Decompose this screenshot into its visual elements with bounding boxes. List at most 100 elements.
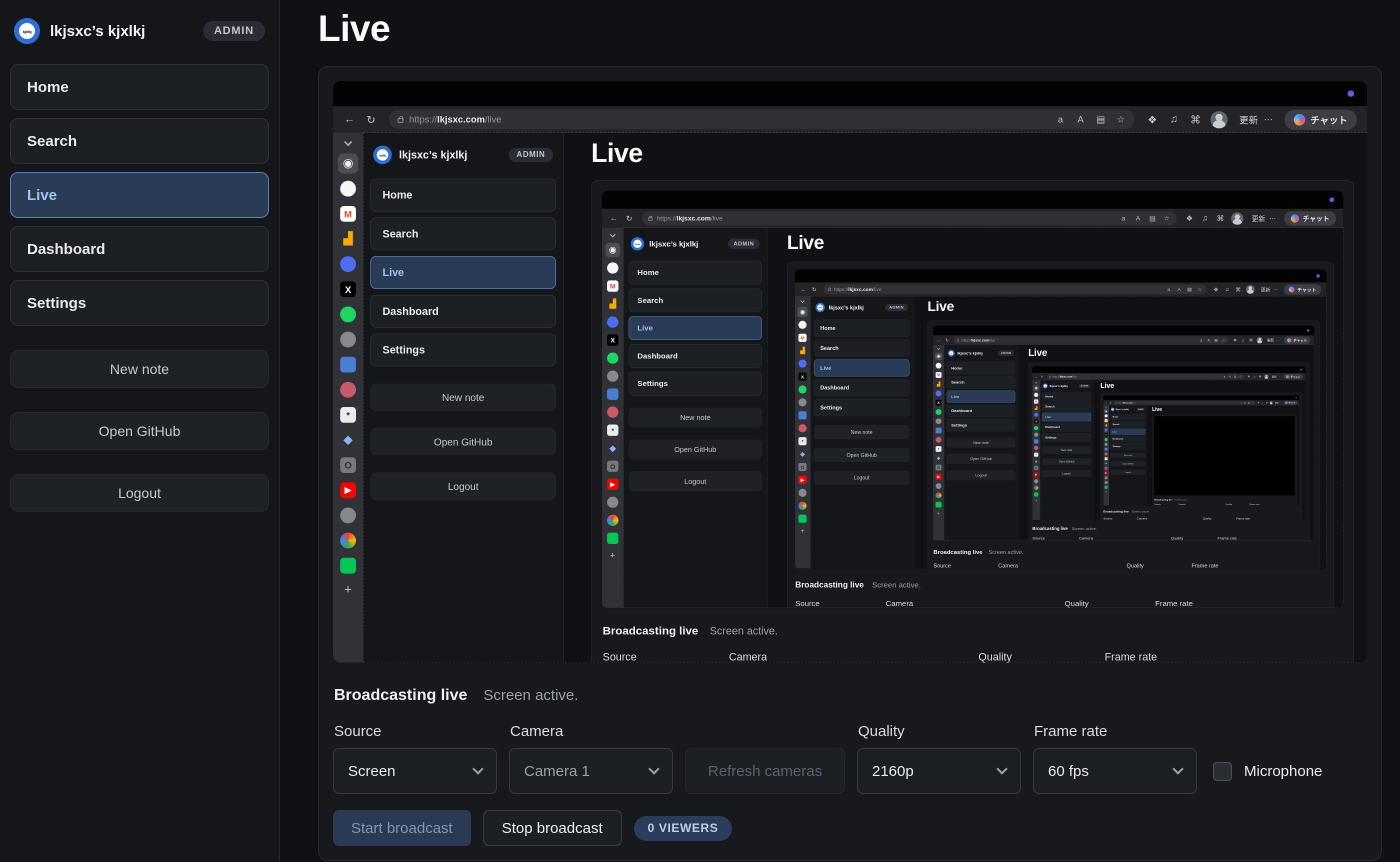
- open-github-button[interactable]: Open GitHub: [10, 412, 269, 450]
- tab-indicator-dot: [1307, 329, 1309, 331]
- source-select[interactable]: Screen: [333, 748, 497, 794]
- browser-tab-strip: [1032, 366, 1305, 373]
- page-url: https://lkjsxc.com/live: [657, 214, 723, 222]
- sidebar-item-dashboard[interactable]: Dashboard: [10, 226, 269, 272]
- sidebar-item-dashboard: Dashboard: [629, 344, 762, 368]
- camera-select[interactable]: Camera 1: [509, 748, 673, 794]
- github-favicon: [1033, 392, 1038, 397]
- app-logo-icon: kjxlkj: [373, 146, 392, 165]
- chrome-colorful-favicon: [935, 492, 942, 499]
- main-content: Live ← ↻ https://lkjsxc.com/live a A ▤ ☆…: [1093, 380, 1305, 520]
- white-flower-favicon: *: [935, 445, 942, 452]
- chrome-colorful-favicon: [1033, 485, 1038, 490]
- translate-icon: a: [1120, 214, 1127, 222]
- broadcast-controls: Source Screen Camera Camera 1: [1103, 517, 1299, 520]
- start-broadcast-button[interactable]: Start broadcast: [333, 810, 471, 846]
- sidebar: kjxlkj lkjsxc’s kjxlkj ADMIN Home Search…: [624, 228, 768, 608]
- page-title: Live: [591, 138, 1354, 168]
- broadcast-controls: Source Screen Camera Camera 1: [1032, 536, 1305, 540]
- browser-toolbar: ← ↻ https://lkjsxc.com/live a A ▤ ☆ ❖ ♫ …: [1032, 373, 1305, 380]
- browser-toolbar: ← ↻ https://lkjsxc.com/live a A ▤ ☆ ❖ ♫ …: [333, 106, 1367, 133]
- admin-badge: ADMIN: [1137, 408, 1145, 411]
- broadcast-status-detail: Screen active.: [872, 581, 921, 590]
- broadcast-status-detail: Screen active.: [710, 625, 778, 637]
- app-logo-icon: kjxlkj: [631, 237, 644, 250]
- broadcast-controls: Source Screen Camera Camera 1: [333, 723, 1367, 794]
- read-aloud-icon: A: [1076, 114, 1086, 125]
- blue-docs-favicon: [338, 355, 358, 375]
- tab-indicator-dot: [1296, 397, 1297, 398]
- page-url: https://lkjsxc.com/live: [961, 338, 995, 342]
- github-favicon: [935, 362, 942, 369]
- broadcast-status-row: Broadcasting live Screen active.: [334, 687, 1366, 705]
- source-field: Source Screen: [1103, 517, 1134, 520]
- sidebar-item-search[interactable]: Search: [10, 118, 269, 164]
- logout-button[interactable]: Logout: [10, 474, 269, 512]
- captured-page-viewport: kjxlkj lkjsxc’s kjxlkj ADMIN Home Search…: [810, 296, 1326, 568]
- sidebar-item-live[interactable]: Live: [10, 172, 269, 218]
- white-flower-favicon: *: [338, 405, 358, 425]
- address-bar: https://lkjsxc.com/live a A ▤ ☆: [389, 110, 1134, 129]
- sidebar-header: kjxlkj lkjsxc’s kjxlkj ADMIN: [629, 233, 762, 261]
- camera-label: Camera: [998, 563, 1058, 569]
- framerate-field: Frame rate 60 fps: [1191, 563, 1251, 569]
- copilot-mono-icon: ❖: [1146, 113, 1159, 126]
- sidebar: kjxlkj lkjsxc’s kjxlkj ADMIN Home Search…: [1109, 405, 1147, 505]
- sidebar-item-settings: Settings: [629, 372, 762, 396]
- camera-field: Camera Camera 1: [728, 651, 846, 663]
- framerate-field: Frame rate 60 fps: [1104, 651, 1222, 663]
- gray-frame-favicon: O: [1104, 466, 1108, 470]
- broadcast-controls: Source Screen Camera Camera 1: [933, 563, 1314, 569]
- framerate-field: Frame rate 60 fps: [1217, 536, 1260, 540]
- refresh-cameras-button[interactable]: Refresh cameras: [685, 748, 845, 794]
- x-twitter-favicon: X: [606, 333, 620, 347]
- broadcast-panel: ← ↻ https://lkjsxc.com/live a A ▤ ☆ ❖ ♫ …: [1028, 362, 1309, 540]
- chevron-down-icon: [996, 763, 1007, 774]
- active-site-tab-favicon: ◉: [1033, 386, 1038, 391]
- sidebar-item-settings[interactable]: Settings: [10, 280, 269, 326]
- copilot-chat-button: チャット: [1284, 336, 1311, 343]
- page-url: https://lkjsxc.com/live: [409, 114, 501, 125]
- address-bar: https://lkjsxc.com/live a A ▤ ☆: [642, 211, 1176, 225]
- quality-select[interactable]: 2160p: [857, 748, 1021, 794]
- blue-app-favicon: [1104, 428, 1108, 432]
- copilot-logo-icon: [1291, 214, 1299, 222]
- address-bar: https://lkjsxc.com/live a A ▤ ☆: [1047, 374, 1244, 379]
- chrome-colorful-favicon: [797, 501, 807, 511]
- new-note-button[interactable]: New note: [10, 350, 269, 388]
- app-logo-icon: kjxlkj: [948, 350, 955, 357]
- read-aloud-icon: A: [1244, 402, 1246, 404]
- tab-indicator-dot: [1316, 274, 1319, 277]
- new-note-button: New note: [1110, 453, 1145, 458]
- framerate-select[interactable]: 60 fps: [1033, 748, 1197, 794]
- stop-broadcast-button[interactable]: Stop broadcast: [483, 810, 622, 846]
- sidebar-header: kjxlkj lkjsxc’s kjxlkj ADMIN: [370, 140, 556, 179]
- broadcast-panel: Broadcasting live Screen active. Source …: [1152, 414, 1297, 505]
- translate-icon: a: [1199, 338, 1203, 342]
- sidebar-item-home[interactable]: Home: [10, 64, 269, 110]
- viewers-badge: 0 VIEWERS: [634, 816, 733, 841]
- gray-cat-favicon: [338, 329, 358, 349]
- main-content: Live ← ↻ https://lkjsxc.com/live a A ▤ ☆…: [564, 133, 1367, 663]
- profile-avatar: [1257, 337, 1263, 343]
- broadcast-status: Broadcasting live: [1032, 527, 1067, 532]
- page-title: Live: [1100, 382, 1302, 390]
- vertical-tab-rail: ◉M▟X*◆O▶ +: [333, 133, 363, 663]
- blue-docs-favicon: [1104, 447, 1108, 451]
- logout-button: Logout: [1042, 470, 1091, 477]
- sidebar: kjxlkj lkjsxc’s kjxlkj ADMIN Home Search…: [810, 296, 913, 568]
- gmail-favicon: M: [338, 204, 358, 224]
- address-bar: https://lkjsxc.com/live a A ▤ ☆: [824, 284, 1207, 294]
- quality-field: Quality 2160p: [857, 723, 1021, 794]
- new-tab-icon: +: [1105, 490, 1106, 493]
- broadcast-controls: Source Screen Camera Camera 1: [795, 600, 1327, 608]
- media-control-icon: ♫: [1253, 375, 1256, 378]
- chrome-colorful-favicon: [1104, 481, 1108, 485]
- microphone-checkbox[interactable]: [1213, 762, 1232, 781]
- sidebar-item-dashboard: Dashboard: [1110, 436, 1145, 442]
- google-analytics-favicon: ▟: [935, 380, 942, 387]
- google-analytics-favicon: ▟: [1033, 406, 1038, 411]
- translate-icon: a: [1223, 375, 1226, 378]
- sidebar: kjxlkj lkjsxc’s kjxlkj ADMIN Home Search…: [0, 0, 280, 862]
- gray-frame-favicon: O: [935, 464, 942, 471]
